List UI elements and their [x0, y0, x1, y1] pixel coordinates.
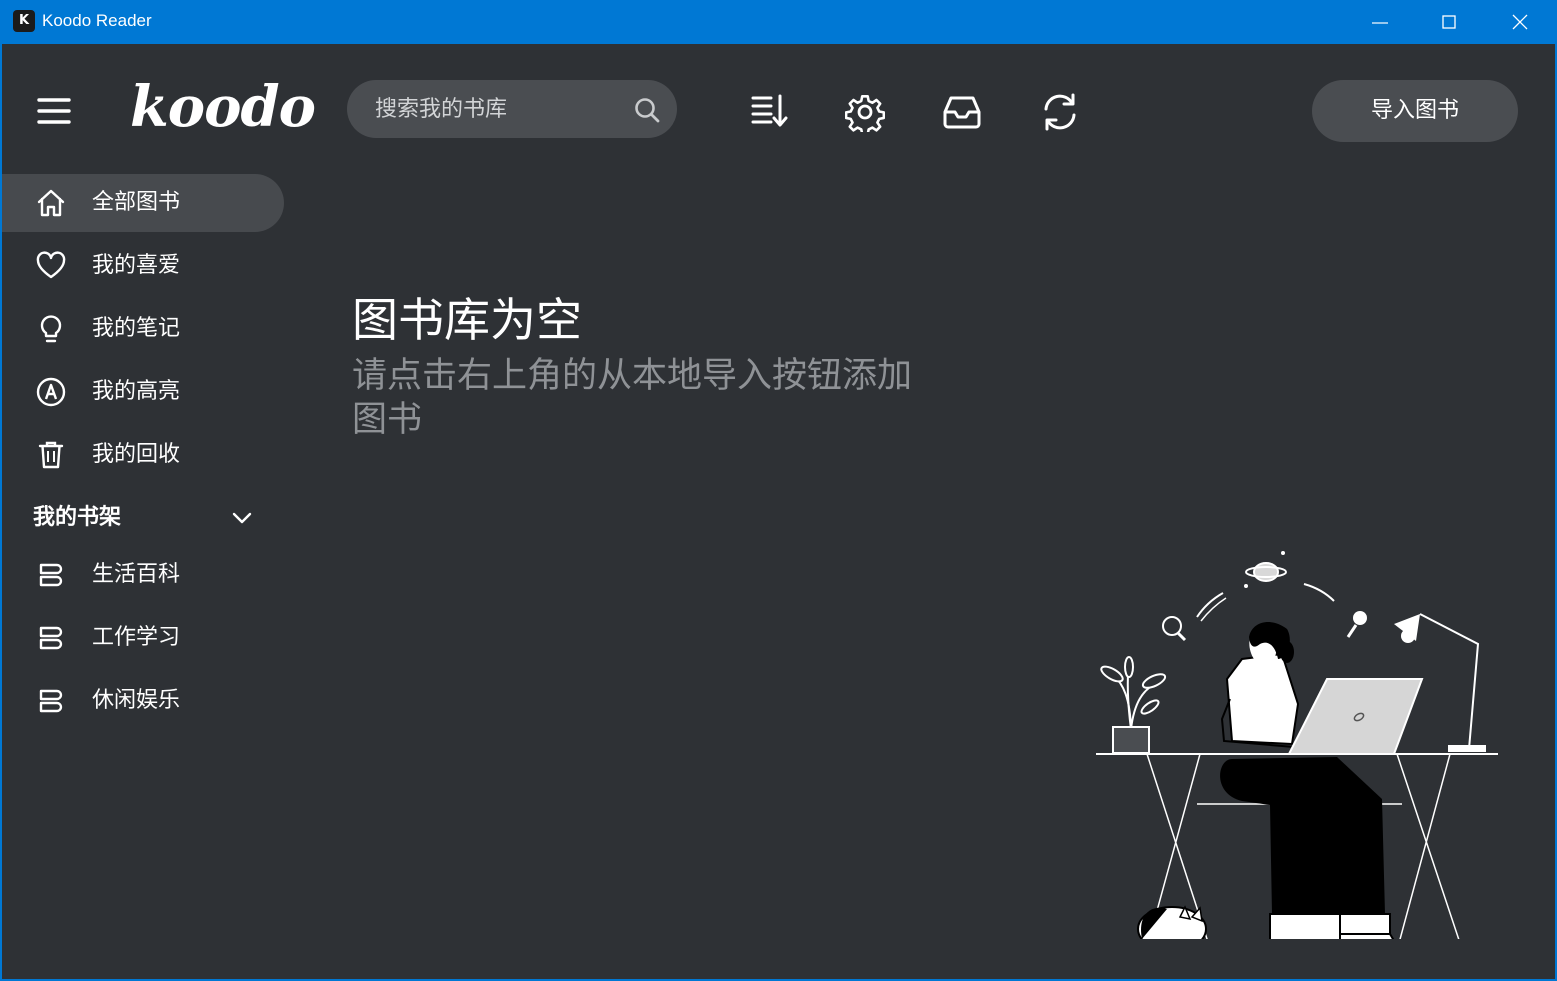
sidebar-item-label: 全部图书	[92, 190, 181, 215]
shelf-icon	[39, 626, 63, 650]
highlighter-icon	[36, 377, 66, 407]
import-books-button[interactable]: 导入图书	[1312, 80, 1518, 142]
search-input[interactable]	[375, 80, 625, 138]
sidebar-item-label: 我的回收	[92, 442, 181, 467]
trash-icon	[38, 441, 64, 469]
empty-library-subtitle: 请点击右上角的从本地导入按钮添加图书	[352, 356, 913, 440]
hamburger-icon	[37, 98, 71, 124]
app-client-area: koodo 搜索我的书库 导入图书 全部图书 我的喜爱 我的笔记 我的高亮 我的…	[2, 44, 1555, 979]
reading-illustration	[1096, 551, 1498, 939]
shelf-section-title: 我的书架	[33, 505, 122, 530]
minimize-button[interactable]	[1347, 0, 1413, 44]
title-bar[interactable]: K Koodo Reader	[0, 0, 1557, 44]
home-icon	[37, 189, 65, 217]
inbox-button[interactable]	[938, 88, 986, 136]
shelf-item-label: 工作学习	[92, 625, 181, 650]
app-icon: K	[13, 10, 35, 32]
sidebar-item-highlights[interactable]: 我的高亮	[2, 363, 284, 421]
shelf-item-label: 休闲娱乐	[92, 688, 181, 713]
window-title: Koodo Reader	[42, 11, 152, 30]
sidebar-item-label: 我的高亮	[92, 379, 181, 404]
heart-icon	[36, 251, 66, 279]
close-icon	[1512, 14, 1528, 30]
shelf-section-header[interactable]: 我的书架	[2, 490, 284, 546]
shelf-icon	[39, 563, 63, 587]
sidebar-item-notes[interactable]: 我的笔记	[2, 300, 284, 358]
sidebar-item-label: 我的喜爱	[92, 253, 181, 278]
settings-button[interactable]	[841, 88, 889, 136]
minimize-icon	[1372, 22, 1388, 24]
sort-button[interactable]	[745, 88, 793, 136]
sort-icon	[751, 94, 788, 127]
sync-button[interactable]	[1036, 88, 1084, 136]
sidebar-item-label: 我的笔记	[92, 316, 181, 341]
sync-icon	[1044, 93, 1076, 131]
koodo-logo: koodo	[130, 74, 316, 140]
chevron-down-icon[interactable]	[230, 506, 254, 530]
search-icon[interactable]	[633, 96, 661, 124]
app-window: K Koodo Reader koodo 搜索我的书库 导入图书 全部图书 我的…	[0, 0, 1557, 981]
close-button[interactable]	[1487, 0, 1553, 44]
shelf-item-label: 生活百科	[92, 562, 181, 587]
gear-icon	[845, 95, 885, 132]
sidebar-item-favorites[interactable]: 我的喜爱	[2, 237, 284, 295]
menu-button[interactable]	[36, 96, 72, 126]
inbox-icon	[943, 96, 981, 129]
maximize-button[interactable]	[1416, 0, 1482, 44]
sidebar-item-trash[interactable]: 我的回收	[2, 426, 284, 484]
sidebar: 全部图书 我的喜爱 我的笔记 我的高亮 我的回收 我的书架 生活百科 工作学习 …	[2, 172, 292, 772]
sidebar-item-all-books[interactable]: 全部图书	[2, 174, 284, 232]
shelf-item[interactable]: 工作学习	[2, 609, 284, 667]
search-box[interactable]	[347, 80, 677, 138]
shelf-item[interactable]: 休闲娱乐	[2, 672, 284, 730]
maximize-icon	[1442, 15, 1456, 29]
lightbulb-icon	[40, 315, 62, 343]
shelf-icon	[39, 689, 63, 713]
empty-library-title: 图书库为空	[352, 293, 582, 347]
shelf-item[interactable]: 生活百科	[2, 546, 284, 604]
